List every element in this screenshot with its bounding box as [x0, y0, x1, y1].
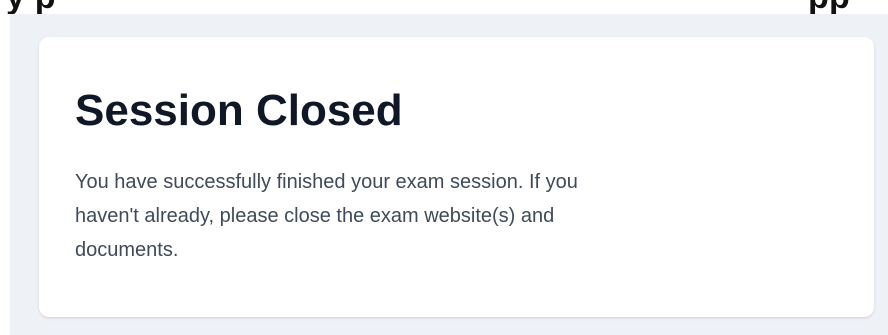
banner-right-text-fragment: pp [808, 0, 850, 14]
message-line-2: haven't already, please close the exam w… [75, 205, 555, 227]
banner-left-text-fragment: y p [6, 0, 56, 14]
top-cropped-banner: y p pp [0, 0, 888, 14]
session-closed-card: Session Closed You have successfully fin… [39, 37, 874, 317]
message-line-1: You have successfully finished your exam… [75, 171, 578, 193]
session-closed-title: Session Closed [75, 86, 403, 135]
session-closed-message: You have successfully finished your exam… [75, 165, 835, 267]
message-line-3: documents. [75, 239, 179, 261]
